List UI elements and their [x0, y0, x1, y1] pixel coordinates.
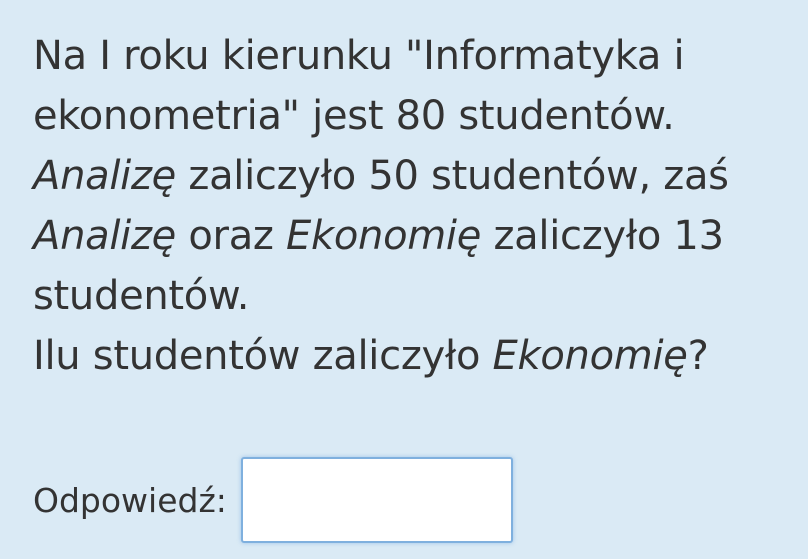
question-line-5: studentów. [33, 273, 250, 319]
question-line-6-start: Ilu studentów zaliczyło [33, 333, 493, 379]
question-line-4-mid: oraz [175, 213, 287, 259]
subject-ekonomia: Ekonomię [492, 333, 688, 379]
question-line-6-end: ? [687, 333, 709, 379]
answer-row: Odpowiedź: [33, 455, 513, 545]
question-text: Na I roku kierunku "Informatyka i ekonom… [33, 26, 793, 386]
answer-input[interactable] [240, 457, 513, 543]
question-line-3-rest: zaliczyło 50 studentów, zaś [175, 153, 729, 199]
question-line-6: Ilu studentów zaliczyło Ekonomię? [33, 326, 793, 386]
subject-ekonomia: Ekonomię [286, 213, 482, 259]
subject-analiza: Analizę [33, 153, 176, 199]
subject-analiza: Analizę [33, 213, 176, 259]
question-line-1: Na I roku kierunku "Informatyka i [33, 33, 685, 79]
question-line-4-rest: zaliczyło 13 [481, 213, 724, 259]
answer-label: Odpowiedź: [33, 480, 227, 520]
question-card: Na I roku kierunku "Informatyka i ekonom… [0, 0, 808, 559]
question-line-2: ekonometria" jest 80 studentów. [33, 93, 675, 139]
question-line-3: Analizę zaliczyło 50 studentów, zaś [33, 146, 793, 206]
question-line-4: Analizę oraz Ekonomię zaliczyło 13 [33, 206, 793, 266]
